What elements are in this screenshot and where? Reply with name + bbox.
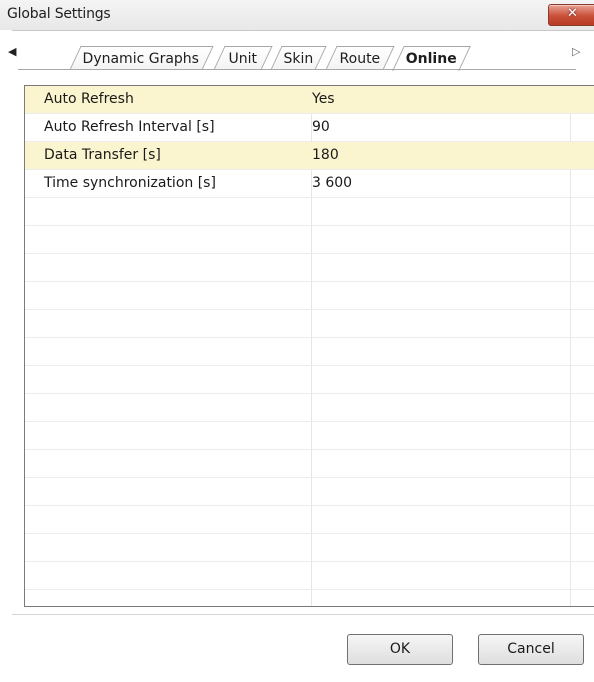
triangle-left-icon[interactable]: ◀ — [8, 45, 24, 61]
tab-label: Route — [339, 51, 380, 67]
empty-row — [25, 562, 594, 590]
cancel-button[interactable]: Cancel — [478, 634, 584, 665]
property-name: Data Transfer [s] — [44, 147, 161, 163]
property-grid: Auto Refresh Yes Auto Refresh Interval [… — [24, 85, 594, 607]
tab-unit[interactable]: Unit — [213, 46, 273, 70]
empty-row — [25, 450, 594, 478]
tab-label: Unit — [228, 51, 257, 67]
tab-online[interactable]: Online — [392, 46, 471, 71]
close-button[interactable]: ✕ — [548, 4, 594, 26]
window-left-edge — [0, 30, 12, 682]
ok-button[interactable]: OK — [347, 634, 453, 665]
empty-row — [25, 394, 594, 422]
tab-label: Skin — [283, 51, 313, 67]
triangle-right-icon[interactable]: ▷ — [572, 45, 588, 61]
tab-skin[interactable]: Skin — [270, 46, 327, 70]
footer-separator — [12, 614, 594, 615]
empty-row — [25, 422, 594, 450]
title-bar: Global Settings ✕ — [0, 0, 594, 31]
tab-strip: ◀ Dynamic Graphs Unit Skin Route Online … — [0, 31, 594, 76]
empty-row — [25, 366, 594, 394]
property-value[interactable]: Yes — [312, 91, 335, 107]
empty-row — [25, 534, 594, 562]
tab-route[interactable]: Route — [325, 46, 395, 70]
property-name: Time synchronization [s] — [44, 175, 216, 191]
table-row[interactable]: Auto Refresh Yes — [25, 86, 594, 114]
empty-row — [25, 506, 594, 534]
tab-dynamic-graphs[interactable]: Dynamic Graphs — [69, 46, 214, 70]
empty-row — [25, 478, 594, 506]
property-value[interactable]: 180 — [312, 147, 339, 163]
property-value[interactable]: 90 — [312, 119, 330, 135]
empty-row — [25, 254, 594, 282]
property-name: Auto Refresh — [44, 91, 134, 107]
tab-label: Dynamic Graphs — [82, 51, 200, 67]
empty-row — [25, 198, 594, 226]
tab-label: Online — [405, 51, 457, 67]
table-row[interactable]: Time synchronization [s] 3 600 — [25, 170, 594, 198]
table-row[interactable]: Data Transfer [s] 180 — [25, 142, 594, 170]
property-value[interactable]: 3 600 — [312, 175, 352, 191]
property-name: Auto Refresh Interval [s] — [44, 119, 215, 135]
window-title: Global Settings — [7, 6, 111, 22]
empty-row — [25, 338, 594, 366]
table-row[interactable]: Auto Refresh Interval [s] 90 — [25, 114, 594, 142]
close-icon: ✕ — [567, 6, 578, 21]
global-settings-window: Global Settings ✕ ◀ Dynamic Graphs Unit … — [0, 0, 594, 682]
empty-row — [25, 310, 594, 338]
empty-row — [25, 282, 594, 310]
tab-baseline — [18, 69, 576, 70]
empty-row — [25, 226, 594, 254]
